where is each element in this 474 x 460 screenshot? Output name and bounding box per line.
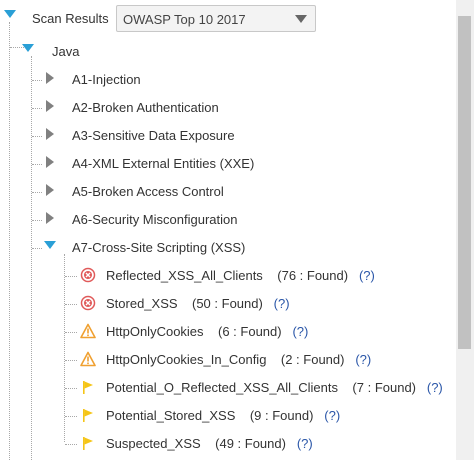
help-link[interactable]: (?) bbox=[292, 324, 308, 339]
tree-node-a5[interactable]: A5-Broken Access Control bbox=[44, 181, 344, 203]
expand-java-icon[interactable] bbox=[22, 42, 34, 54]
result-count: (7 : Found) bbox=[352, 380, 417, 395]
tree-guide-connector bbox=[65, 360, 77, 361]
tree-node-a7[interactable]: A7-Cross-Site Scripting (XSS) bbox=[44, 237, 344, 259]
tree-guide-xss-children bbox=[64, 254, 65, 442]
tree-guide-connector bbox=[65, 304, 77, 305]
tree-node-a2-label: A2-Broken Authentication bbox=[72, 100, 219, 115]
tree-node-java[interactable]: Java bbox=[22, 41, 222, 63]
tree-node-a2[interactable]: A2-Broken Authentication bbox=[44, 97, 344, 119]
help-link[interactable]: (?) bbox=[274, 296, 290, 311]
collapsed-arrow-icon[interactable] bbox=[44, 212, 56, 224]
help-link[interactable]: (?) bbox=[427, 380, 443, 395]
help-link[interactable]: (?) bbox=[324, 408, 340, 423]
scan-results-label: Scan Results bbox=[32, 11, 109, 26]
result-reflected-xss-all-clients[interactable]: Reflected_XSS_All_Clients (76 : Found) (… bbox=[80, 265, 450, 287]
expand-root-icon[interactable] bbox=[4, 10, 16, 20]
tree-node-a5-label: A5-Broken Access Control bbox=[72, 184, 224, 199]
collapsed-arrow-icon[interactable] bbox=[44, 128, 56, 140]
result-name: Potential_Stored_XSS bbox=[106, 408, 236, 423]
result-count: (6 : Found) bbox=[218, 324, 282, 339]
result-name: HttpOnlyCookies bbox=[106, 324, 204, 339]
warning-triangle-icon bbox=[80, 351, 96, 367]
result-name: Suspected_XSS bbox=[106, 436, 201, 451]
collapsed-arrow-icon[interactable] bbox=[44, 100, 56, 112]
result-count: (76 : Found) bbox=[277, 268, 349, 283]
result-count: (2 : Found) bbox=[280, 352, 345, 367]
flag-icon bbox=[83, 381, 93, 394]
result-potential-o-reflected-xss-all-clients[interactable]: Potential_O_Reflected_XSS_All_Clients (7… bbox=[80, 377, 456, 399]
result-count: (9 : Found) bbox=[249, 408, 314, 423]
result-count: (49 : Found) bbox=[215, 436, 286, 451]
tree-guide-connector bbox=[65, 388, 77, 389]
expand-a7-icon[interactable] bbox=[44, 239, 56, 251]
help-link[interactable]: (?) bbox=[297, 436, 313, 451]
help-link[interactable]: (?) bbox=[359, 268, 375, 283]
tree-guide-connector bbox=[65, 332, 77, 333]
result-name: Stored_XSS bbox=[106, 296, 178, 311]
result-count: (50 : Found) bbox=[192, 296, 263, 311]
tree-guide-connector bbox=[65, 276, 77, 277]
tree-guide-connector bbox=[32, 220, 42, 221]
flag-icon bbox=[83, 437, 93, 450]
result-httponlycookies[interactable]: HttpOnlyCookies (6 : Found) (?) bbox=[80, 321, 450, 343]
tree-node-a7-label: A7-Cross-Site Scripting (XSS) bbox=[72, 240, 246, 255]
scrollbar-thumb[interactable] bbox=[458, 16, 471, 349]
tree-guide-connector bbox=[32, 108, 42, 109]
warning-triangle-icon bbox=[80, 323, 96, 339]
result-stored-xss[interactable]: Stored_XSS (50 : Found) (?) bbox=[80, 293, 450, 315]
tree-node-a1-label: A1-Injection bbox=[72, 72, 141, 87]
x-circle-icon bbox=[80, 267, 96, 283]
tree-node-a4[interactable]: A4-XML External Entities (XXE) bbox=[44, 153, 344, 175]
help-link[interactable]: (?) bbox=[355, 352, 371, 367]
result-suspected-xss[interactable]: Suspected_XSS (49 : Found) (?) bbox=[80, 433, 450, 455]
tree-guide-root bbox=[9, 22, 10, 460]
result-name: Reflected_XSS_All_Clients bbox=[106, 268, 263, 283]
tree-guide-connector bbox=[32, 192, 42, 193]
tree-guide-connector bbox=[32, 164, 42, 165]
result-httponlycookies-in-config[interactable]: HttpOnlyCookies_In_Config (2 : Found) (?… bbox=[80, 349, 450, 371]
tree-node-a1[interactable]: A1-Injection bbox=[44, 69, 344, 91]
tree-guide-connector bbox=[32, 248, 42, 249]
tree-node-a4-label: A4-XML External Entities (XXE) bbox=[72, 156, 255, 171]
tree-guide-java-children bbox=[31, 56, 32, 460]
report-type-select[interactable]: OWASP Top 10 2017 bbox=[116, 5, 316, 32]
result-name: HttpOnlyCookies_In_Config bbox=[106, 352, 267, 367]
vertical-scrollbar[interactable] bbox=[456, 0, 474, 460]
tree-node-java-label: Java bbox=[52, 44, 80, 59]
collapsed-arrow-icon[interactable] bbox=[44, 72, 56, 84]
tree-node-a3-label: A3-Sensitive Data Exposure bbox=[72, 128, 235, 143]
result-potential-stored-xss[interactable]: Potential_Stored_XSS (9 : Found) (?) bbox=[80, 405, 450, 427]
collapsed-arrow-icon[interactable] bbox=[44, 184, 56, 196]
tree-guide-connector bbox=[65, 444, 77, 445]
flag-icon bbox=[83, 409, 93, 422]
tree-guide-connector bbox=[65, 416, 77, 417]
result-name: Potential_O_Reflected_XSS_All_Clients bbox=[106, 380, 338, 395]
tree-node-a6[interactable]: A6-Security Misconfiguration bbox=[44, 209, 344, 231]
chevron-down-icon bbox=[295, 15, 307, 23]
tree-node-a6-label: A6-Security Misconfiguration bbox=[72, 212, 238, 227]
report-type-select-value: OWASP Top 10 2017 bbox=[123, 12, 246, 27]
collapsed-arrow-icon[interactable] bbox=[44, 156, 56, 168]
tree-node-a3[interactable]: A3-Sensitive Data Exposure bbox=[44, 125, 344, 147]
tree-guide-connector bbox=[32, 136, 42, 137]
tree-guide-connector bbox=[32, 80, 42, 81]
x-circle-icon bbox=[80, 295, 96, 311]
